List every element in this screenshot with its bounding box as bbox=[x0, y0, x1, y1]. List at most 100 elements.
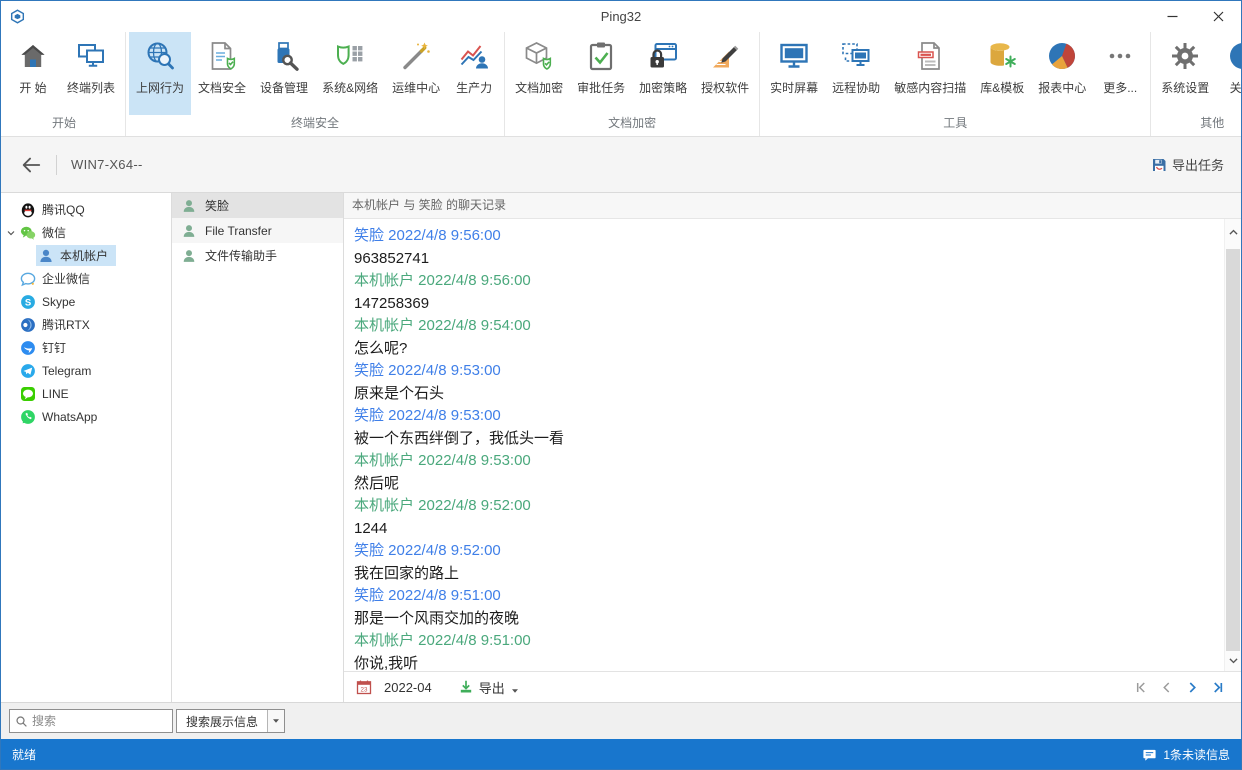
export-label: 导出 bbox=[479, 678, 505, 697]
sidebar-item-rtx[interactable]: 腾讯RTX bbox=[1, 313, 171, 336]
ribbon-button-more[interactable]: 更多... bbox=[1093, 32, 1147, 115]
close-button[interactable] bbox=[1195, 1, 1241, 32]
sidebar-item-line[interactable]: LINE bbox=[1, 382, 171, 405]
dingtalk-icon bbox=[20, 340, 36, 356]
ribbon-button-remote-assist[interactable]: 远程协助 bbox=[825, 32, 887, 115]
message-icon bbox=[1142, 747, 1157, 762]
sidebar-item-account[interactable]: 本机帐户 bbox=[1, 244, 171, 267]
ribbon-button-label: 远程协助 bbox=[832, 79, 880, 96]
message-list: 笑脸 2022/4/8 9:56:00963852741本机帐户 2022/4/… bbox=[344, 219, 1224, 671]
pagination bbox=[1131, 678, 1227, 696]
contact-row[interactable]: File Transfer bbox=[172, 218, 343, 243]
ribbon-button-label: 终端列表 bbox=[67, 79, 115, 96]
sidebar-item-dingtalk[interactable]: 钉钉 bbox=[1, 336, 171, 359]
encrypt-policy-icon bbox=[647, 40, 679, 72]
web-behavior-icon bbox=[144, 40, 176, 72]
sidebar-item-label: 微信 bbox=[42, 224, 66, 241]
export-task-button[interactable]: 导出任务 bbox=[1151, 155, 1224, 174]
export-task-label: 导出任务 bbox=[1172, 155, 1224, 174]
ribbon-button-label: 授权软件 bbox=[701, 79, 749, 96]
sidebar-item-wecom[interactable]: 企业微信 bbox=[1, 267, 171, 290]
ops-center-icon bbox=[400, 40, 432, 72]
sidebar-item-label: 腾讯QQ bbox=[42, 201, 85, 218]
wecom-icon bbox=[20, 271, 36, 287]
minimize-button[interactable] bbox=[1149, 1, 1195, 32]
svg-text:S: S bbox=[25, 297, 31, 308]
message-text: 1244 bbox=[354, 517, 1214, 540]
search-input[interactable] bbox=[32, 714, 167, 728]
contact-label: File Transfer bbox=[205, 224, 272, 238]
wechat-icon bbox=[20, 225, 36, 241]
system-network-icon bbox=[334, 40, 366, 72]
page-next-button[interactable] bbox=[1183, 678, 1201, 696]
ribbon-button-library-template[interactable]: 库&模板 bbox=[973, 32, 1031, 115]
contact-icon bbox=[181, 223, 197, 239]
sidebar-item-label: 企业微信 bbox=[42, 270, 90, 287]
sidebar-item-whatsapp[interactable]: WhatsApp bbox=[1, 405, 171, 428]
ribbon-button-web-behavior[interactable]: 上网行为 bbox=[129, 32, 191, 115]
ribbon-button-document-encrypt[interactable]: 文档加密 bbox=[508, 32, 570, 115]
page-last-button[interactable] bbox=[1209, 678, 1227, 696]
ribbon-button-encrypt-policy[interactable]: 加密策略 bbox=[632, 32, 694, 115]
scroll-down-icon[interactable] bbox=[1225, 651, 1241, 669]
ribbon-button-label: 实时屏幕 bbox=[770, 79, 818, 96]
ribbon-button-home[interactable]: 开 始 bbox=[6, 32, 60, 115]
sidebar-item-wechat[interactable]: 微信 bbox=[1, 221, 171, 244]
page-first-button[interactable] bbox=[1131, 678, 1149, 696]
contact-label: 笑脸 bbox=[205, 197, 229, 214]
caret-down-icon bbox=[511, 683, 519, 691]
message-sender-time: 笑脸 2022/4/8 9:51:00 bbox=[354, 585, 1214, 607]
search-filter-dropdown[interactable]: 搜索展示信息 bbox=[176, 709, 285, 733]
ribbon-button-authorized-software[interactable]: 授权软件 bbox=[694, 32, 756, 115]
ribbon-button-productivity[interactable]: 生产力 bbox=[447, 32, 501, 115]
ribbon-group: 开 始终端列表开始 bbox=[3, 32, 126, 136]
export-button[interactable]: 导出 bbox=[458, 678, 519, 697]
sidebar-item-skype[interactable]: SSkype bbox=[1, 290, 171, 313]
document-encrypt-icon bbox=[523, 40, 555, 72]
unread-messages-button[interactable]: 1条未读信息 bbox=[1142, 746, 1230, 763]
ribbon-button-realtime-screen[interactable]: 实时屏幕 bbox=[763, 32, 825, 115]
filter-caret-icon[interactable] bbox=[267, 710, 284, 732]
sidebar-item-telegram[interactable]: Telegram bbox=[1, 359, 171, 382]
ribbon-group: 系统设置关 于其他 bbox=[1151, 32, 1242, 136]
month-picker[interactable]: 23 2022-04 bbox=[356, 679, 432, 695]
terminal-list-icon bbox=[75, 40, 107, 72]
ribbon-button-device-management[interactable]: 设备管理 bbox=[253, 32, 315, 115]
contact-row[interactable]: 笑脸 bbox=[172, 193, 343, 218]
account-icon bbox=[38, 248, 54, 264]
ribbon-group: 文档加密审批任务加密策略授权软件文档加密 bbox=[505, 32, 760, 136]
back-button[interactable] bbox=[18, 152, 44, 178]
message-sender-time: 本机帐户 2022/4/8 9:51:00 bbox=[354, 630, 1214, 652]
chevron-down-icon bbox=[4, 227, 18, 239]
message-text: 那是一个风雨交加的夜晚 bbox=[354, 607, 1214, 630]
ribbon-button-report-center[interactable]: 报表中心 bbox=[1031, 32, 1093, 115]
ribbon-button-terminal-list[interactable]: 终端列表 bbox=[60, 32, 122, 115]
ribbon-button-approval-task[interactable]: 审批任务 bbox=[570, 32, 632, 115]
message-sender-time: 本机帐户 2022/4/8 9:56:00 bbox=[354, 270, 1214, 292]
ribbon-button-about[interactable]: 关 于 bbox=[1216, 32, 1242, 115]
telegram-icon bbox=[20, 363, 36, 379]
search-icon bbox=[15, 715, 28, 728]
message-text: 你说,我听 bbox=[354, 652, 1214, 671]
contact-row[interactable]: 文件传输助手 bbox=[172, 243, 343, 268]
vertical-scrollbar[interactable] bbox=[1224, 219, 1241, 671]
ribbon-toolbar: 开 始终端列表开始上网行为文档安全设备管理系统&网络运维中心生产力终端安全文档加… bbox=[1, 32, 1241, 137]
message-sender-time: 本机帐户 2022/4/8 9:53:00 bbox=[354, 450, 1214, 472]
scroll-up-icon[interactable] bbox=[1225, 223, 1241, 241]
ribbon-button-ops-center[interactable]: 运维中心 bbox=[385, 32, 447, 115]
page-prev-button[interactable] bbox=[1157, 678, 1175, 696]
sensitive-scan-icon bbox=[914, 40, 946, 72]
ribbon-button-settings[interactable]: 系统设置 bbox=[1154, 32, 1216, 115]
chat-body: 笑脸 2022/4/8 9:56:00963852741本机帐户 2022/4/… bbox=[344, 219, 1241, 671]
message-sender-time: 笑脸 2022/4/8 9:53:00 bbox=[354, 405, 1214, 427]
ribbon-button-label: 敏感内容扫描 bbox=[894, 79, 966, 96]
document-shield-icon bbox=[206, 40, 238, 72]
scrollbar-thumb[interactable] bbox=[1226, 249, 1240, 651]
approval-task-icon bbox=[585, 40, 617, 72]
contact-icon bbox=[181, 248, 197, 264]
ribbon-button-sensitive-scan[interactable]: 敏感内容扫描 bbox=[887, 32, 973, 115]
sidebar-item-qq[interactable]: 腾讯QQ bbox=[1, 198, 171, 221]
ribbon-button-label: 文档加密 bbox=[515, 79, 563, 96]
ribbon-button-document-shield[interactable]: 文档安全 bbox=[191, 32, 253, 115]
ribbon-button-system-network[interactable]: 系统&网络 bbox=[315, 32, 385, 115]
